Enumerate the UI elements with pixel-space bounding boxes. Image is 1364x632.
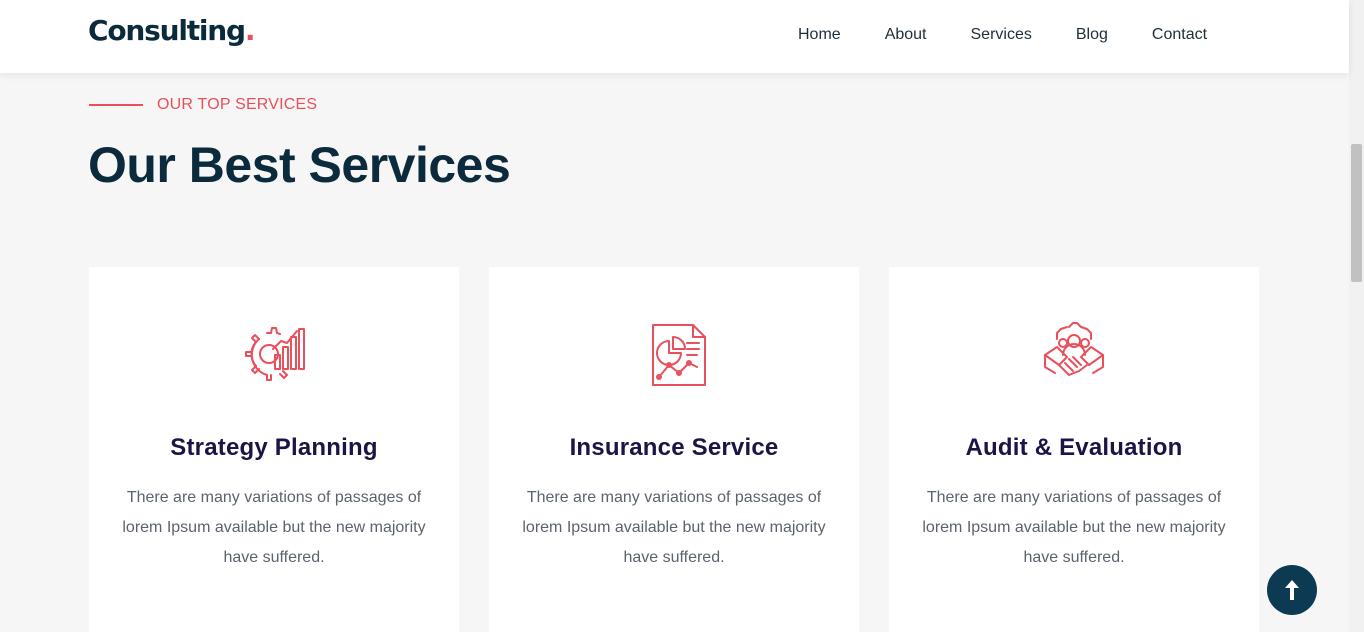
logo-text: Consulting bbox=[88, 14, 246, 47]
card-text: There are many variations of passages of… bbox=[922, 489, 1226, 566]
nav-blog[interactable]: Blog bbox=[1076, 26, 1108, 44]
service-card-audit[interactable]: Audit & Evaluation There are many variat… bbox=[889, 267, 1259, 632]
section-eyebrow: OUR TOP SERVICES bbox=[89, 96, 317, 114]
strategy-gear-chart-icon bbox=[245, 327, 305, 381]
logo[interactable]: Consulting. bbox=[88, 14, 256, 47]
service-card-strategy[interactable]: Strategy Planning There are many variati… bbox=[89, 267, 459, 632]
card-title: Insurance Service bbox=[569, 434, 779, 461]
insurance-report-icon bbox=[652, 324, 706, 386]
eyebrow-text: OUR TOP SERVICES bbox=[157, 96, 318, 113]
logo-dot: . bbox=[244, 14, 256, 47]
site-header: Consulting. Home About Services Blog Con… bbox=[0, 0, 1349, 73]
main-nav: Home About Services Blog Contact bbox=[780, 0, 1207, 70]
page-scrollbar[interactable] bbox=[1349, 0, 1364, 632]
card-title: Strategy Planning bbox=[170, 434, 378, 461]
nav-home[interactable]: Home bbox=[798, 26, 841, 44]
scrollbar-thumb[interactable] bbox=[1351, 144, 1362, 282]
section-title: Our Best Services bbox=[88, 137, 511, 193]
arrow-up-icon bbox=[1285, 580, 1299, 600]
eyebrow-line bbox=[89, 104, 143, 106]
back-to-top-button[interactable] bbox=[1267, 565, 1317, 615]
card-text: There are many variations of passages of… bbox=[522, 489, 826, 566]
audit-handshake-icon bbox=[1044, 322, 1104, 376]
card-title: Audit & Evaluation bbox=[965, 434, 1183, 461]
service-card-insurance[interactable]: Insurance Service There are many variati… bbox=[489, 267, 859, 632]
nav-services[interactable]: Services bbox=[971, 26, 1032, 44]
nav-contact[interactable]: Contact bbox=[1152, 26, 1207, 44]
nav-about[interactable]: About bbox=[885, 26, 927, 44]
card-text: There are many variations of passages of… bbox=[122, 489, 426, 566]
